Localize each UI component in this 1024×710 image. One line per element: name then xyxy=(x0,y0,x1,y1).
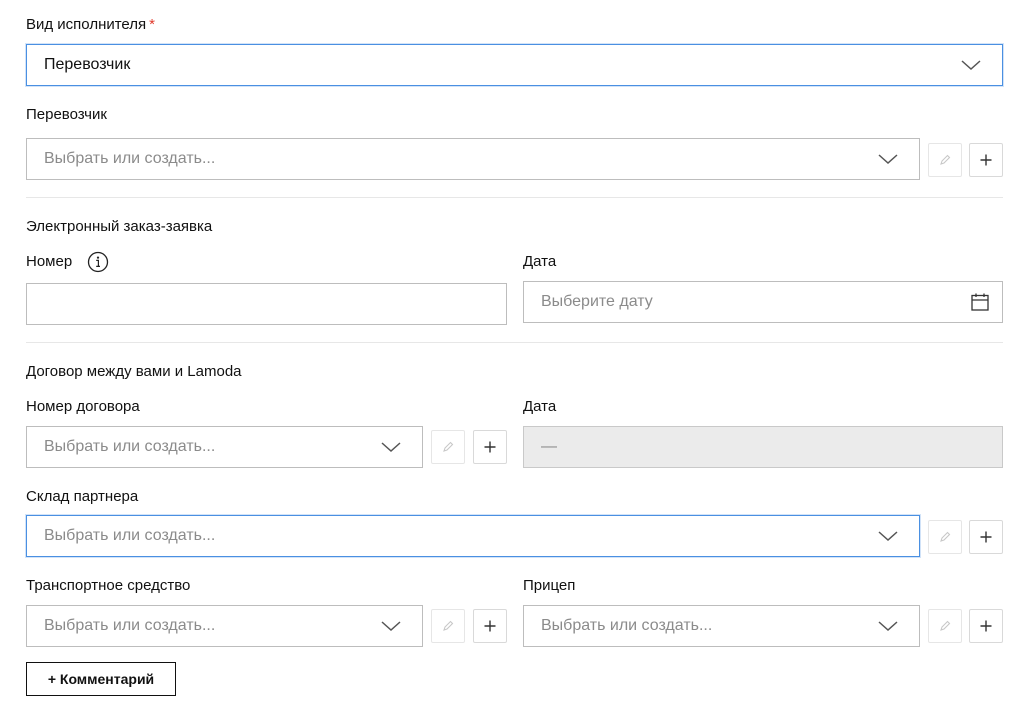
contract-number-select[interactable]: Выбрать или создать... xyxy=(26,426,423,468)
carrier-edit-button[interactable] xyxy=(928,143,962,177)
pencil-icon xyxy=(940,620,951,631)
partner-warehouse-select[interactable]: Выбрать или создать... xyxy=(26,515,920,557)
carrier-label: Перевозчик xyxy=(26,106,107,123)
vehicle-label: Транспортное средство xyxy=(26,577,191,594)
vehicle-placeholder: Выбрать или создать... xyxy=(44,617,216,634)
pencil-icon xyxy=(443,441,454,452)
carrier-add-button[interactable] xyxy=(969,143,1003,177)
pencil-icon xyxy=(940,154,951,165)
trailer-label: Прицеп xyxy=(523,577,576,594)
plus-icon xyxy=(484,620,496,632)
trailer-edit-button[interactable] xyxy=(928,609,962,643)
chevron-down-icon xyxy=(878,154,898,165)
calendar-icon[interactable] xyxy=(970,292,990,312)
e-order-number-label: Номер xyxy=(26,253,73,270)
vehicle-edit-button[interactable] xyxy=(431,609,465,643)
performer-type-value: Перевозчик xyxy=(44,56,131,73)
add-comment-button[interactable]: + Комментарий xyxy=(26,662,176,696)
performer-type-select[interactable]: Перевозчик xyxy=(26,44,1003,86)
vehicle-add-button[interactable] xyxy=(473,609,507,643)
performer-type-label-text: Вид исполнителя xyxy=(26,16,147,33)
chevron-down-icon xyxy=(878,531,898,542)
plus-icon xyxy=(980,620,992,632)
chevron-down-icon xyxy=(381,621,401,632)
carrier-placeholder: Выбрать или создать... xyxy=(44,150,216,167)
partner-warehouse-label: Склад партнера xyxy=(26,488,139,505)
e-order-date-placeholder: Выберите дату xyxy=(541,293,653,310)
section-divider xyxy=(26,342,1003,343)
e-order-number-input[interactable] xyxy=(26,283,507,325)
contract-date-field: — xyxy=(523,426,1003,468)
contract-edit-button[interactable] xyxy=(431,430,465,464)
carrier-select[interactable]: Выбрать или создать... xyxy=(26,138,920,180)
e-order-date-label: Дата xyxy=(523,253,557,270)
chevron-down-icon xyxy=(878,621,898,632)
contract-add-button[interactable] xyxy=(473,430,507,464)
contract-date-label: Дата xyxy=(523,398,557,415)
contract-section-title: Договор между вами и Lamoda xyxy=(26,363,242,380)
pencil-icon xyxy=(443,620,454,631)
plus-icon xyxy=(484,441,496,453)
contract-number-label: Номер договора xyxy=(26,398,140,415)
partner-warehouse-add-button[interactable] xyxy=(969,520,1003,554)
chevron-down-icon xyxy=(381,442,401,453)
contract-number-placeholder: Выбрать или создать... xyxy=(44,438,216,455)
contract-date-value: — xyxy=(541,438,557,455)
trailer-placeholder: Выбрать или создать... xyxy=(541,617,713,634)
vehicle-select[interactable]: Выбрать или создать... xyxy=(26,605,423,647)
plus-icon xyxy=(980,154,992,166)
pencil-icon xyxy=(940,531,951,542)
e-order-section-title: Электронный заказ-заявка xyxy=(26,218,213,235)
plus-icon xyxy=(980,531,992,543)
partner-warehouse-edit-button[interactable] xyxy=(928,520,962,554)
trailer-select[interactable]: Выбрать или создать... xyxy=(523,605,920,647)
info-icon[interactable] xyxy=(87,251,109,273)
chevron-down-icon xyxy=(961,60,981,71)
required-mark: * xyxy=(149,16,155,33)
performer-type-label: Вид исполнителя * xyxy=(26,15,155,35)
partner-warehouse-placeholder: Выбрать или создать... xyxy=(44,527,216,544)
trailer-add-button[interactable] xyxy=(969,609,1003,643)
section-divider xyxy=(26,197,1003,198)
add-comment-button-label: + Комментарий xyxy=(47,671,155,687)
e-order-date-picker[interactable]: Выберите дату xyxy=(523,281,1003,323)
